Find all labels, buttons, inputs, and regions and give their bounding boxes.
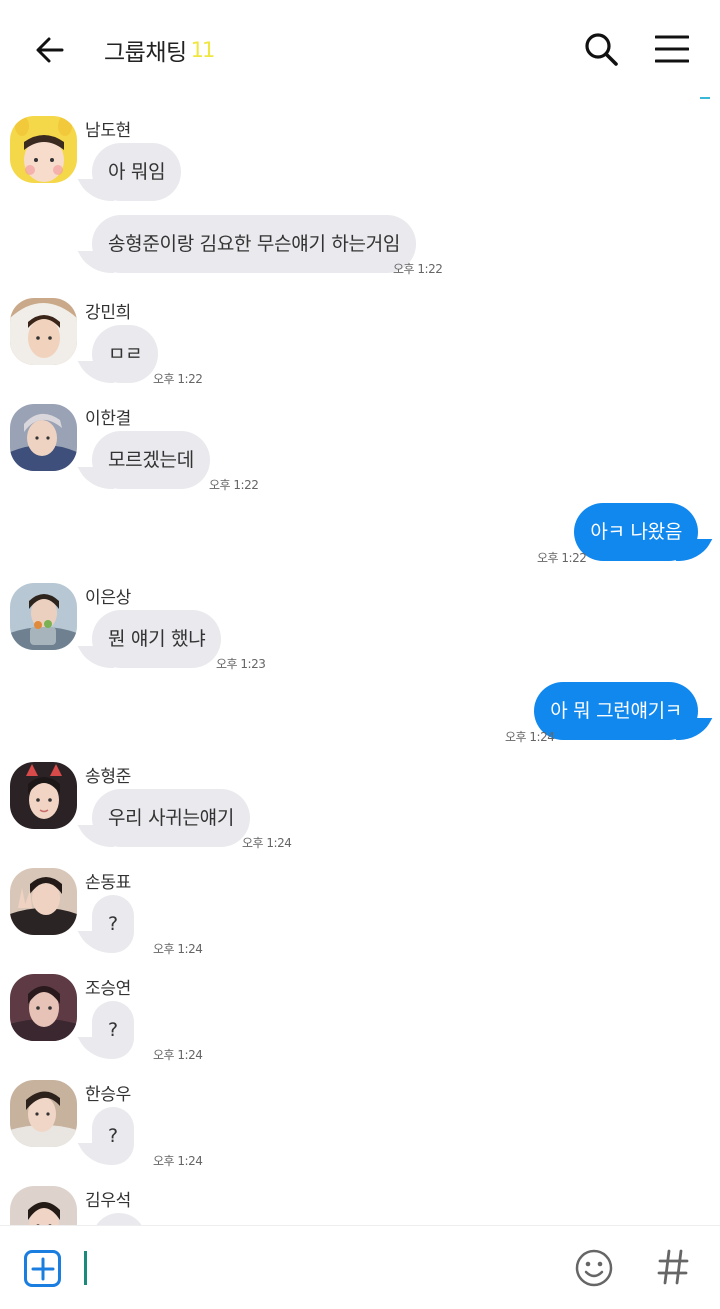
hashtag-icon — [657, 1249, 689, 1285]
avatar[interactable] — [10, 404, 77, 471]
message-list[interactable]: 남도현 아 뭐임 송형준이랑 김요한 무슨얘기 하는거임 오후 1:22 강민희… — [0, 100, 720, 1225]
message-time: 오후 1:24 — [153, 1048, 203, 1062]
sender-name: 한승우 — [85, 1085, 132, 1105]
sender-name: 이은상 — [85, 588, 132, 608]
avatar[interactable] — [10, 116, 77, 183]
message-bubble[interactable]: 뭔 얘기 했냐 — [92, 610, 222, 668]
plus-square-icon — [31, 1257, 54, 1280]
back-button[interactable] — [30, 30, 70, 70]
sender-name: 강민희 — [85, 303, 132, 323]
menu-button[interactable] — [651, 28, 693, 70]
chat-title-group: 그룹채팅 11 — [104, 30, 216, 70]
hashtag-button[interactable] — [656, 1242, 690, 1292]
avatar[interactable] — [10, 1080, 77, 1147]
hamburger-menu-icon — [655, 35, 689, 63]
message-bubble[interactable]: ? — [92, 1107, 134, 1165]
sender-name: 이한결 — [85, 409, 132, 429]
avatar[interactable] — [10, 1186, 77, 1225]
sender-name: 송형준 — [85, 767, 132, 787]
my-message-bubble[interactable]: 아ㅋ 나왔음 — [574, 503, 698, 561]
message-time: 오후 1:22 — [209, 478, 259, 492]
search-button[interactable] — [580, 28, 622, 70]
sender-name: 남도현 — [85, 121, 132, 141]
message-bubble[interactable]: 아 뭐임 — [92, 143, 182, 201]
message-time: 오후 1:24 — [153, 1154, 203, 1168]
member-count: 11 — [190, 38, 216, 62]
message-time: 오후 1:22 — [537, 551, 587, 565]
sender-name: 손동표 — [85, 873, 132, 893]
arrow-left-icon — [36, 37, 64, 63]
emoji-button[interactable] — [575, 1249, 613, 1287]
message-bubble[interactable]: ? — [92, 895, 134, 953]
message-time: 오후 1:24 — [505, 730, 555, 744]
header-accent — [700, 97, 710, 99]
message-bubble[interactable]: 송형준이랑 김요한 무슨얘기 하는거임 — [92, 215, 417, 273]
avatar[interactable] — [10, 583, 77, 650]
sender-name: 김우석 — [85, 1191, 132, 1211]
message-input[interactable] — [80, 1248, 550, 1288]
message-time: 오후 1:22 — [393, 262, 443, 276]
smiley-icon — [575, 1249, 613, 1287]
message-bubble[interactable]: 우리 사귀는얘기 — [92, 789, 251, 847]
avatar[interactable] — [10, 974, 77, 1041]
message-time: 오후 1:24 — [242, 836, 292, 850]
chat-title: 그룹채팅 — [104, 40, 187, 66]
avatar[interactable] — [10, 762, 77, 829]
message-time: 오후 1:22 — [153, 372, 203, 386]
chat-header: 그룹채팅 11 — [0, 0, 720, 100]
search-icon — [585, 33, 618, 66]
avatar[interactable] — [10, 298, 77, 365]
my-message-bubble[interactable]: 아 뭐 그런얘기ㅋ — [534, 682, 698, 740]
message-bubble[interactable]: 모르겠는데 — [92, 431, 210, 489]
message-bubble[interactable]: ? — [92, 1001, 134, 1059]
message-bubble[interactable]: ㅁㄹ — [92, 325, 159, 383]
message-time: 오후 1:23 — [216, 657, 266, 671]
message-time: 오후 1:24 — [153, 942, 203, 956]
message-bubble[interactable] — [92, 1213, 146, 1225]
avatar[interactable] — [10, 868, 77, 935]
message-input-bar — [0, 1225, 720, 1309]
attach-button[interactable] — [24, 1250, 61, 1287]
text-caret — [84, 1251, 87, 1285]
sender-name: 조승연 — [85, 979, 132, 999]
